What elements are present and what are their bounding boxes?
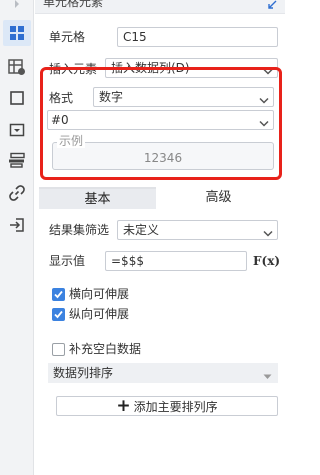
filter-value: 未定义 bbox=[123, 223, 160, 237]
vertical-expand-checkbox[interactable] bbox=[52, 288, 65, 301]
pattern-value: #0 bbox=[51, 113, 69, 127]
formula-button[interactable]: F(x) bbox=[253, 252, 280, 270]
plus-icon: + bbox=[116, 396, 131, 416]
caret-down-icon bbox=[263, 369, 272, 383]
filter-select[interactable]: 未定义 bbox=[117, 220, 278, 240]
display-value-input[interactable]: =$$$ bbox=[105, 251, 247, 271]
cell-grid-icon[interactable] bbox=[3, 20, 31, 46]
link-icon[interactable] bbox=[7, 183, 27, 203]
number-pattern-select[interactable]: #0 bbox=[47, 110, 274, 130]
format-label: 格式 bbox=[49, 91, 74, 105]
add-sort-label: 添加主要排列序 bbox=[133, 399, 218, 414]
chevron-down-icon bbox=[259, 115, 269, 129]
fill-blank-checkbox[interactable] bbox=[52, 343, 65, 356]
border-icon[interactable] bbox=[7, 88, 27, 108]
filter-label: 结果集筛选 bbox=[49, 223, 110, 237]
fill-blank-label: 补充空白数据 bbox=[69, 342, 142, 356]
display-value-label: 显示值 bbox=[49, 254, 86, 268]
add-sort-button[interactable]: + 添加主要排列序 bbox=[56, 396, 278, 416]
cell-input[interactable]: C15 bbox=[117, 27, 278, 47]
expand-arrow-icon[interactable] bbox=[268, 0, 277, 12]
chevron-down-icon bbox=[263, 225, 273, 239]
horizontal-expand-label: 纵向可伸展 bbox=[69, 307, 130, 321]
horizontal-expand-checkbox[interactable] bbox=[52, 308, 65, 321]
side-icon-bar bbox=[0, 0, 34, 475]
tab-advanced[interactable]: 高级 bbox=[156, 187, 281, 209]
sort-dropdown[interactable]: 数据列排序 bbox=[48, 363, 278, 383]
widget-icon[interactable] bbox=[7, 120, 27, 140]
arrow-icon[interactable] bbox=[7, 0, 27, 14]
cell-label: 单元格 bbox=[49, 30, 86, 44]
vertical-expand-label: 横向可伸展 bbox=[69, 287, 130, 301]
format-select[interactable]: 数字 bbox=[93, 87, 274, 107]
example-legend: 示例 bbox=[57, 134, 86, 148]
panel-title: 单元格元素 bbox=[43, 0, 104, 9]
panel-header: 单元格元素 bbox=[35, 0, 285, 14]
example-value: 12346 bbox=[143, 151, 183, 165]
chevron-down-icon bbox=[259, 92, 269, 106]
cell-element-panel: 单元格元素 单元格 C15 插入元素 插入数据列(D) 格式 数字 #0 示例 … bbox=[35, 0, 285, 475]
cell-attribute-icon[interactable] bbox=[7, 57, 27, 77]
tab-basic[interactable]: 基本 bbox=[39, 187, 156, 209]
format-value: 数字 bbox=[99, 90, 124, 104]
tab-strip: 基本 高级 bbox=[35, 187, 285, 209]
import-icon[interactable] bbox=[7, 215, 27, 235]
stack-icon[interactable] bbox=[7, 150, 27, 170]
sort-label: 数据列排序 bbox=[53, 366, 114, 380]
